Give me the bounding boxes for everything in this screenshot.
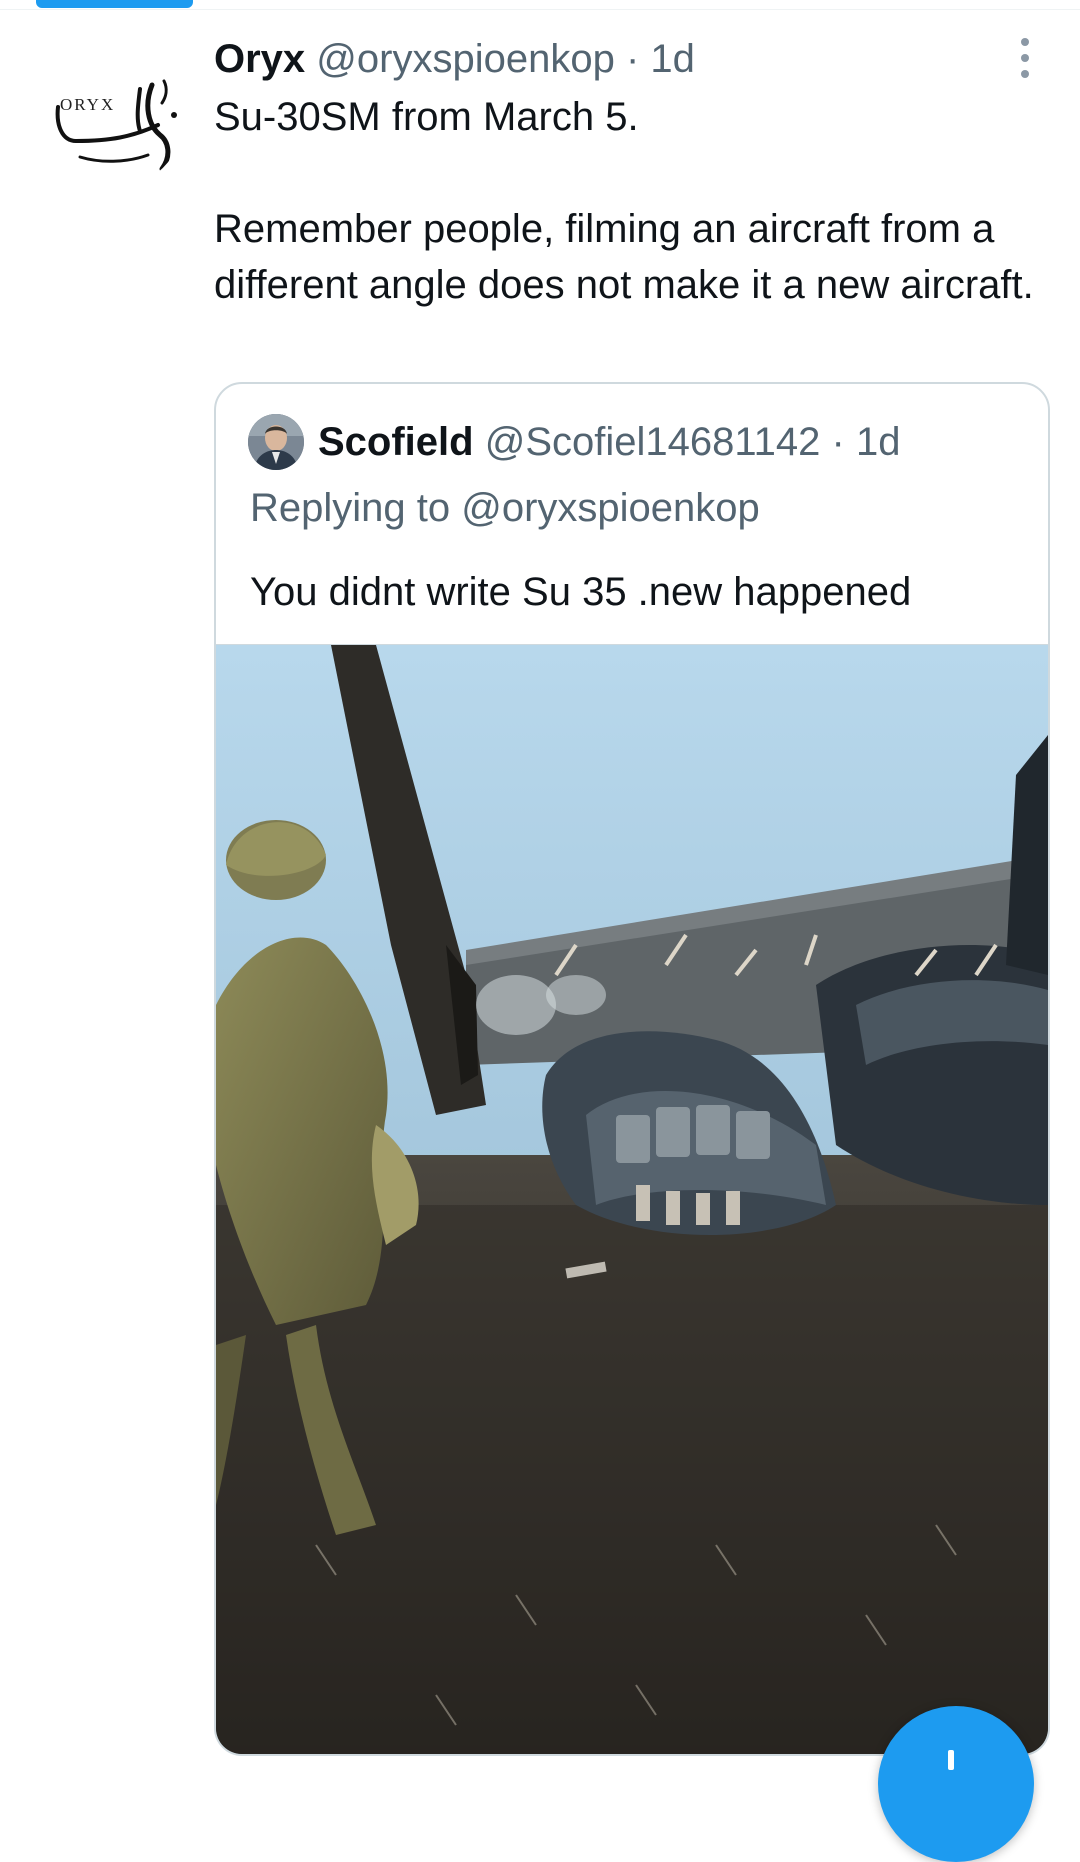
avatar[interactable]: ORYX — [40, 45, 184, 189]
divider — [0, 9, 1080, 10]
more-vertical-icon[interactable] — [1010, 38, 1040, 78]
author-name[interactable]: Oryx — [214, 37, 305, 81]
quoted-header-separator: · — [831, 420, 845, 464]
quoted-tweet-media[interactable] — [216, 644, 1048, 1754]
compose-button[interactable] — [878, 1706, 1034, 1862]
tab-active-indicator — [36, 0, 193, 8]
quoted-tweet-card[interactable]: Scofield @Scofiel14681142 · 1d Replying … — [214, 382, 1050, 1756]
quoted-author-name[interactable]: Scofield — [318, 420, 474, 464]
header-separator: · — [625, 37, 640, 81]
author-handle[interactable]: @oryxspioenkop — [316, 37, 615, 81]
tweet-text: Su-30SM from March 5. Remember people, f… — [214, 95, 1034, 307]
quoted-tweet-text: You didnt write Su 35 .new happened — [250, 570, 912, 614]
tweet-header: Oryx @oryxspioenkop · 1d — [214, 34, 695, 84]
compose-plus-icon — [948, 1750, 954, 1770]
replying-to-label[interactable]: Replying to @oryxspioenkop — [250, 480, 760, 536]
svg-text:ORYX: ORYX — [60, 95, 115, 114]
quoted-tweet-header: Scofield @Scofiel14681142 · 1d — [318, 416, 900, 468]
tweet-timestamp[interactable]: 1d — [650, 37, 695, 81]
user-photo-icon — [248, 414, 304, 470]
quoted-author-handle[interactable]: @Scofiel14681142 — [485, 420, 821, 464]
aircraft-wreckage-photo — [216, 645, 1048, 1754]
oryx-logo-icon: ORYX — [55, 79, 177, 172]
quoted-tweet-timestamp[interactable]: 1d — [856, 420, 901, 464]
quoted-author-avatar[interactable] — [248, 414, 304, 470]
